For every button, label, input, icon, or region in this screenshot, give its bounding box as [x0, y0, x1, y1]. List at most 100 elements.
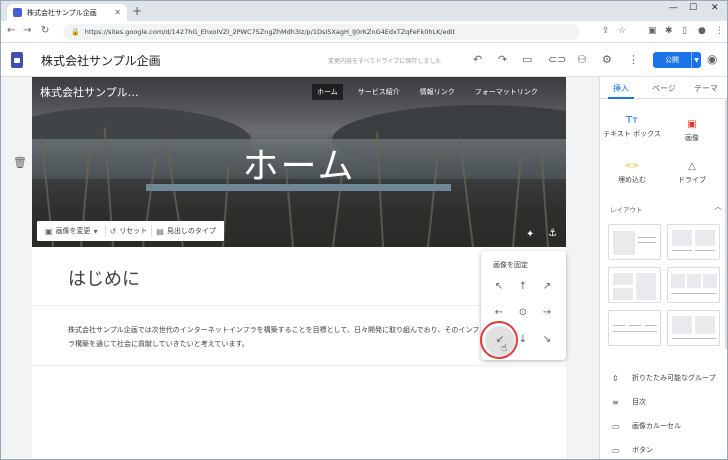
tab-insert[interactable]: 挿入 — [613, 83, 629, 94]
hero-title[interactable]: ホーム — [32, 137, 566, 189]
table-of-contents-item[interactable]: ≡ 目次 — [612, 397, 646, 407]
layout-option[interactable] — [608, 224, 661, 260]
layout-text-line — [613, 325, 625, 326]
layout-image-placeholder — [672, 316, 692, 334]
new-tab-icon[interactable]: + — [132, 4, 142, 18]
sites-logo-icon[interactable] — [11, 52, 23, 68]
layout-text-line — [672, 250, 692, 251]
section-title[interactable]: はじめに — [68, 265, 140, 291]
page-site-title[interactable]: 株式会社サンプル… — [40, 84, 139, 100]
redo-icon[interactable]: ↷ — [498, 53, 507, 66]
publish-button[interactable]: 公開 — [653, 52, 691, 68]
button-item[interactable]: ▭ ボタン — [612, 445, 653, 455]
browser-menu-icon[interactable]: ⋮ — [715, 26, 724, 36]
maximize-icon[interactable]: ☐ — [689, 3, 697, 13]
drive-icon: △ — [688, 161, 696, 172]
pin-top-left-icon[interactable]: ↖ — [491, 279, 507, 295]
hero-title-underline — [146, 184, 451, 191]
nav-item-format-links[interactable]: フォーマットリンク — [470, 84, 543, 100]
sidebar-icon[interactable]: ▯ — [682, 26, 687, 36]
collapsible-group-icon: ⇕ — [612, 373, 619, 383]
pin-top-icon[interactable]: ↑ — [515, 279, 531, 295]
preview-icon[interactable]: ▭ — [522, 53, 532, 66]
section-divider — [32, 365, 566, 366]
layout-option[interactable] — [608, 310, 661, 346]
saved-status: 変更内容をすべてドライブに保存しました — [328, 58, 442, 65]
embed-label: 埋め込む — [618, 176, 646, 184]
insert-image[interactable]: ▣ 画像 — [662, 119, 722, 143]
layout-text-line — [629, 325, 641, 326]
nav-item-info-links[interactable]: 情報リンク — [415, 84, 460, 100]
layout-image-placeholder — [687, 274, 701, 288]
header-type-icon: ▤ — [156, 226, 164, 236]
layout-option[interactable] — [667, 267, 720, 303]
body-text[interactable]: 株式会社サンプル企画では次世代のインターネットインフラを構築することを目標として… — [68, 323, 486, 351]
pin-center-icon[interactable]: ⊙ — [515, 305, 531, 321]
forward-icon[interactable]: → — [23, 25, 31, 36]
pin-top-right-icon[interactable]: ↗ — [539, 279, 555, 295]
reset-button[interactable]: ↺ リセット — [106, 226, 152, 236]
share-icon[interactable]: ⇪ — [602, 26, 610, 36]
header-banner[interactable]: 株式会社サンプル… ホーム サービス紹介 情報リンク フォーマットリンク ホーム… — [32, 77, 566, 247]
delete-section-icon[interactable]: 🗑 — [13, 156, 27, 169]
nav-item-services[interactable]: サービス紹介 — [353, 84, 405, 100]
layout-image-placeholder — [695, 316, 715, 334]
insert-text-box[interactable]: Tт テキスト ボックス — [602, 115, 662, 139]
close-tab-icon[interactable]: ✕ — [114, 8, 121, 17]
layout-image-placeholder — [613, 231, 635, 255]
url-text: https://sites.google.com/d/1427hG_EhxoIV… — [84, 28, 456, 36]
more-options-icon[interactable]: ⋮ — [628, 53, 639, 66]
layout-text-line — [645, 325, 657, 326]
pin-right-icon[interactable]: → — [539, 305, 555, 321]
pin-bottom-right-icon[interactable]: ↘ — [539, 332, 555, 348]
image-carousel-item[interactable]: ▭ 画像カルーセル — [612, 421, 681, 431]
layout-option[interactable] — [608, 267, 661, 303]
anchor-icon[interactable]: ⚓ — [548, 228, 557, 239]
undo-icon[interactable]: ↶ — [473, 53, 482, 66]
back-icon[interactable]: ← — [7, 25, 15, 36]
image-insert-label: 画像 — [685, 134, 699, 142]
image-carousel-icon: ▭ — [612, 421, 620, 431]
account-avatar-icon[interactable]: ◉ — [707, 52, 717, 66]
address-bar[interactable]: 🔒 https://sites.google.com/d/1427hG_Ehxo… — [63, 24, 579, 40]
lock-icon: 🔒 — [71, 28, 80, 36]
collapse-chevron-icon[interactable]: ︿ — [714, 201, 722, 212]
tab-pages[interactable]: ページ — [652, 83, 676, 94]
settings-gear-icon[interactable]: ⚙ — [602, 53, 612, 66]
site-name[interactable]: 株式会社サンプル企画 — [41, 52, 161, 69]
layout-image-placeholder — [613, 288, 633, 300]
extension-icon[interactable]: ▣ — [648, 26, 657, 36]
layout-image-placeholder — [703, 274, 717, 288]
link-icon[interactable]: ⊂⊃ — [548, 53, 566, 66]
pin-left-icon[interactable]: ← — [491, 305, 507, 321]
image-icon: ▣ — [45, 226, 53, 236]
table-of-contents-icon: ≡ — [612, 397, 619, 407]
share-with-others-icon[interactable]: ⚇ — [577, 53, 587, 66]
publish-dropdown-icon[interactable]: ▼ — [691, 52, 701, 68]
insert-drive[interactable]: △ ドライブ — [662, 161, 722, 185]
tab-themes[interactable]: テーマ — [694, 83, 718, 94]
dropdown-arrow-icon: ▾ — [93, 226, 98, 236]
profile-icon[interactable]: ● — [698, 26, 706, 36]
layout-image-placeholder — [695, 230, 715, 246]
bookmark-star-icon[interactable]: ☆ — [618, 26, 626, 36]
close-window-icon[interactable]: ✕ — [711, 3, 719, 13]
nav-item-home[interactable]: ホーム — [312, 84, 343, 100]
sites-header: 株式会社サンプル企画 変更内容をすべてドライブに保存しました ↶ ↷ ▭ ⊂⊃ … — [1, 43, 727, 77]
collapsible-group-item[interactable]: ⇕ 折りたたみ可能なグループ — [612, 373, 716, 383]
layout-option[interactable] — [667, 224, 720, 260]
change-image-label: 画像を変更 — [55, 227, 91, 235]
insert-embed[interactable]: <> 埋め込む — [602, 161, 662, 185]
extensions-puzzle-icon[interactable]: ✱ — [665, 26, 673, 36]
mouse-cursor-icon: ☝ — [501, 343, 508, 354]
banner-toolbar: ▣ 画像を変更 ▾ ↺ リセット ▤ 見出しのタイプ — [37, 221, 224, 241]
reload-icon[interactable]: ↻ — [41, 25, 49, 36]
minimize-icon[interactable]: — — [669, 3, 678, 13]
collapsible-group-label: 折りたたみ可能なグループ — [632, 374, 716, 382]
change-image-button[interactable]: ▣ 画像を変更 ▾ — [41, 226, 105, 236]
layout-option[interactable] — [667, 310, 720, 346]
browser-tab[interactable]: 株式会社サンプル企画 ✕ — [7, 4, 127, 21]
header-type-button[interactable]: ▤ 見出しのタイプ — [152, 226, 220, 236]
sparkle-icon[interactable]: ✦ — [526, 229, 534, 240]
image-insert-icon: ▣ — [687, 119, 697, 130]
